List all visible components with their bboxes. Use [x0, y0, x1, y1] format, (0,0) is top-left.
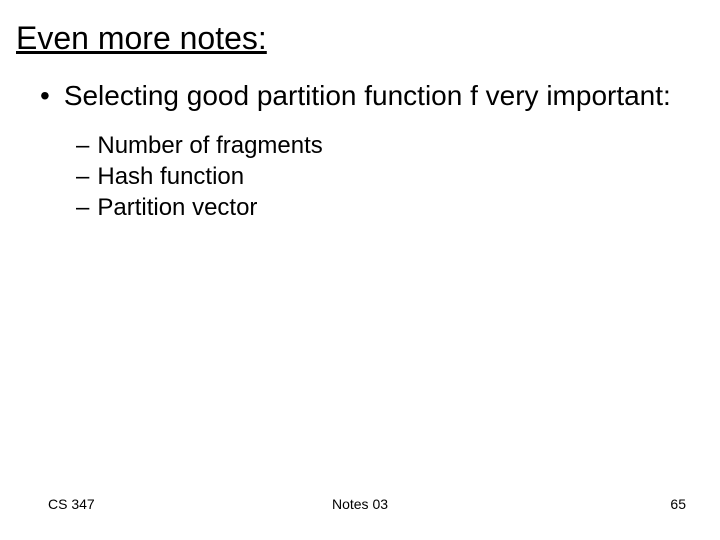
bullet-level2: – Hash function — [76, 162, 690, 192]
footer-right: 65 — [670, 496, 686, 512]
bullet-dash-icon: – — [76, 162, 89, 192]
bullet-dash-icon: – — [76, 131, 89, 161]
bullet-level2: – Number of fragments — [76, 131, 690, 161]
bullet-level1: • Selecting good partition function f ve… — [40, 79, 690, 113]
slide-title: Even more notes: — [16, 20, 690, 57]
slide-footer: CS 347 Notes 03 65 — [0, 496, 720, 512]
footer-center: Notes 03 — [332, 496, 388, 512]
bullet-level2: – Partition vector — [76, 193, 690, 223]
sub-bullet-list: – Number of fragments – Hash function – … — [76, 131, 690, 223]
sub-bullet-text: Number of fragments — [97, 131, 322, 161]
bullet-dot-icon: • — [40, 79, 50, 113]
slide-content: Even more notes: • Selecting good partit… — [0, 0, 720, 223]
sub-bullet-text: Partition vector — [97, 193, 257, 223]
sub-bullet-text: Hash function — [97, 162, 244, 192]
bullet-text: Selecting good partition function f very… — [64, 79, 671, 113]
bullet-dash-icon: – — [76, 193, 89, 223]
footer-left: CS 347 — [48, 496, 95, 512]
